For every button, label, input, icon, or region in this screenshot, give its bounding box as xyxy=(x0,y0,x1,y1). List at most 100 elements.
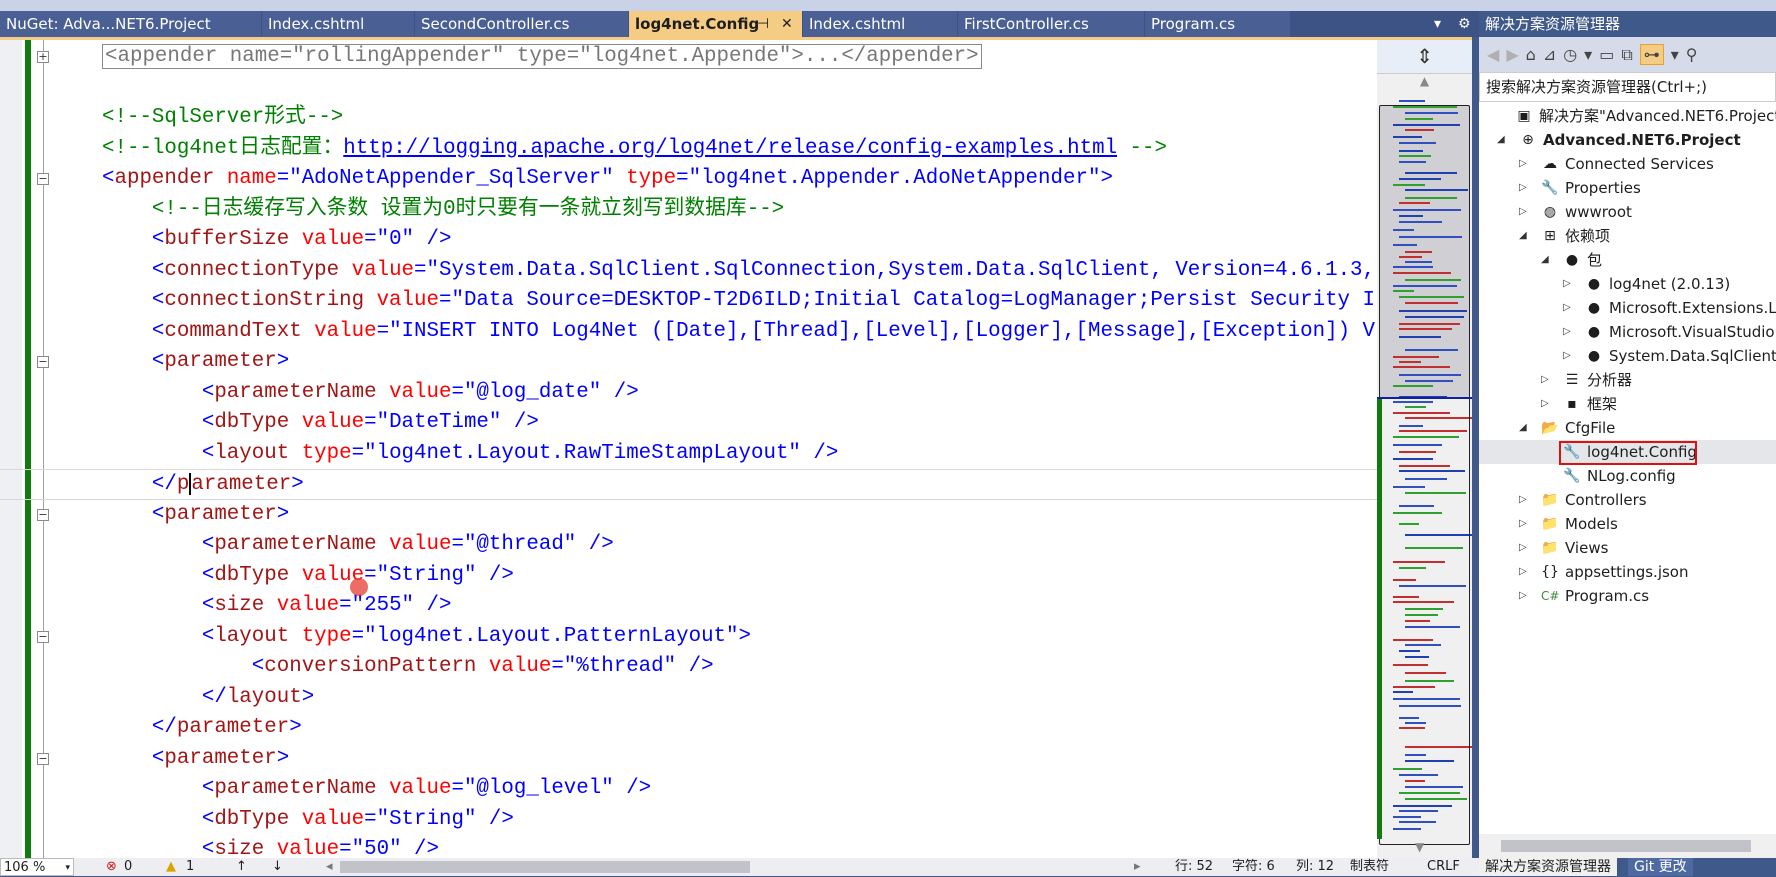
tab-index-cshtml[interactable]: Index.cshtml xyxy=(262,11,415,37)
tree-item[interactable]: ▷ ● Microsoft.VisualStudio xyxy=(1479,320,1776,344)
tab-log4net-config[interactable]: log4net.Config ⊣ ✕ xyxy=(629,11,803,37)
code-line[interactable]: <size value="50" /> xyxy=(0,835,1377,858)
toolbar-button-8[interactable]: ⊶ xyxy=(1639,44,1664,65)
code-line[interactable]: <!--SqlServer形式--> xyxy=(0,103,1377,134)
collapsed-arrow-icon[interactable]: ▷ xyxy=(1519,584,1531,608)
collapsed-arrow-icon[interactable]: ▷ xyxy=(1563,344,1575,368)
collapsed-arrow-icon[interactable]: ▷ xyxy=(1519,176,1531,200)
toolbar-button-1[interactable]: ▶ xyxy=(1506,45,1518,64)
collapsed-arrow-icon[interactable]: ▷ xyxy=(1563,296,1575,320)
tree-item[interactable]: ◢ ⊞ 依赖项 xyxy=(1479,224,1776,248)
tree-item[interactable]: ◢ ● 包 xyxy=(1479,248,1776,272)
line-number[interactable]: 行: 52 xyxy=(1175,858,1213,876)
code-line[interactable]: </parameter> xyxy=(0,469,1377,500)
code-line[interactable]: − <parameter> xyxy=(0,500,1377,531)
collapse-icon[interactable]: − xyxy=(37,630,49,643)
tree-item[interactable]: ▷ ☰ 分析器 xyxy=(1479,368,1776,392)
tree-item[interactable]: 🔧 NLog.config xyxy=(1479,464,1776,488)
line-ending[interactable]: CRLF xyxy=(1427,858,1460,876)
expand-icon[interactable]: + xyxy=(37,51,49,63)
tree-item[interactable]: ▷ 📁 Views xyxy=(1479,536,1776,560)
toolbar-button-10[interactable]: ⚲ xyxy=(1686,45,1698,64)
tab-solution-explorer[interactable]: 解决方案资源管理器 xyxy=(1479,858,1617,876)
scroll-down-icon[interactable]: ▼ xyxy=(1415,840,1424,854)
pin-icon[interactable]: ⊣ xyxy=(757,11,769,37)
code-line[interactable]: − <appender name="AdoNetAppender_SqlServe… xyxy=(0,164,1377,195)
collapsed-arrow-icon[interactable]: ▷ xyxy=(1519,560,1531,584)
expanded-arrow-icon[interactable]: ◢ xyxy=(1497,128,1509,152)
code-line[interactable]: <conversionPattern value="%thread" /> xyxy=(0,652,1377,683)
column-number[interactable]: 列: 12 xyxy=(1296,858,1334,876)
tree-item[interactable]: ▷ ◍ wwwroot xyxy=(1479,200,1776,224)
toolbar-button-5[interactable]: ▾ xyxy=(1584,45,1592,64)
scroll-up-icon[interactable]: ▲ xyxy=(1377,74,1472,92)
error-icon[interactable]: ⊗ xyxy=(106,858,117,876)
code-line[interactable]: </layout> xyxy=(0,683,1377,714)
collapsed-arrow-icon[interactable]: ▷ xyxy=(1563,320,1575,344)
tree-item[interactable]: ▷ ● log4net (2.0.13) xyxy=(1479,272,1776,296)
tree-item[interactable]: ▷ 📁 Controllers xyxy=(1479,488,1776,512)
hyperlink[interactable]: http://logging.apache.org/log4net/releas… xyxy=(343,137,1117,160)
code-line[interactable] xyxy=(0,73,1377,104)
tree-item[interactable]: ◢ ⊕ Advanced.NET6.Project xyxy=(1479,128,1776,152)
code-editor[interactable]: + <appender name="rollingAppender" type="… xyxy=(0,37,1377,858)
collapsed-arrow-icon[interactable]: ▷ xyxy=(1541,368,1553,392)
code-line[interactable]: <bufferSize value="0" /> xyxy=(0,225,1377,256)
code-line[interactable]: <connectionType value="System.Data.SqlCl… xyxy=(0,256,1377,287)
expanded-arrow-icon[interactable]: ◢ xyxy=(1519,224,1531,248)
tree-item[interactable]: ▣ 解决方案"Advanced.NET6.Project"(1 xyxy=(1479,104,1776,128)
tree-item[interactable]: ▷ {} appsettings.json xyxy=(1479,560,1776,584)
tab-index-cshtml[interactable]: Index.cshtml xyxy=(803,11,958,37)
horizontal-scrollbar-thumb[interactable] xyxy=(340,861,750,873)
collapsed-arrow-icon[interactable]: ▷ xyxy=(1541,392,1553,416)
warning-icon[interactable]: ▲ xyxy=(166,858,176,876)
code-line[interactable]: <dbType value="String" /> xyxy=(0,561,1377,592)
code-line[interactable]: − <parameter> xyxy=(0,744,1377,775)
solution-explorer-horizontal-scrollbar[interactable] xyxy=(1479,834,1776,858)
tab-secondcontroller-cs[interactable]: SecondController.cs xyxy=(415,11,629,37)
toolbar-button-7[interactable]: ⧉ xyxy=(1621,45,1632,65)
tab-program-cs[interactable]: Program.cs xyxy=(1145,11,1291,37)
tree-item[interactable]: ▷ ● Microsoft.Extensions.L xyxy=(1479,296,1776,320)
code-line[interactable]: <parameterName value="@log_date" /> xyxy=(0,378,1377,409)
collapsed-region[interactable]: <appender name="rollingAppender" type="l… xyxy=(102,44,982,69)
zoom-level-dropdown[interactable]: 106 % ▾ xyxy=(0,858,74,876)
toolbar-button-2[interactable]: ⌂ xyxy=(1526,45,1536,64)
collapsed-arrow-icon[interactable]: ▷ xyxy=(1519,200,1531,224)
tab-git-changes[interactable]: Git 更改 xyxy=(1628,858,1693,876)
code-line[interactable]: <dbType value="DateTime" /> xyxy=(0,408,1377,439)
collapsed-arrow-icon[interactable]: ▷ xyxy=(1519,512,1531,536)
toolbar-button-4[interactable]: ◷ xyxy=(1563,45,1577,64)
tree-item[interactable]: ▷ 🔧 Properties xyxy=(1479,176,1776,200)
panel-splitter[interactable] xyxy=(1472,37,1479,858)
tab-firstcontroller-cs[interactable]: FirstController.cs xyxy=(958,11,1145,37)
code-line[interactable]: <!--日志缓存写入条数 设置为0时只要有一条就立刻写到数据库--> xyxy=(0,195,1377,226)
tree-item[interactable]: ▷ ☁ Connected Services xyxy=(1479,152,1776,176)
code-line[interactable]: <dbType value="String" /> xyxy=(0,805,1377,836)
code-line[interactable]: <connectionString value="Data Source=DES… xyxy=(0,286,1377,317)
collapse-icon[interactable]: − xyxy=(37,752,49,765)
code-line[interactable]: − <parameter> xyxy=(0,347,1377,378)
minimap-viewport[interactable] xyxy=(1379,105,1470,845)
gear-icon[interactable]: ⚙ xyxy=(1458,11,1471,37)
scrollbar-thumb[interactable] xyxy=(1501,840,1751,852)
error-count[interactable]: 0 xyxy=(124,858,132,876)
code-lines[interactable]: + <appender name="rollingAppender" type="… xyxy=(0,42,1377,858)
code-line[interactable]: <size value="255" /> xyxy=(0,591,1377,622)
expanded-arrow-icon[interactable]: ◢ xyxy=(1519,416,1531,440)
toolbar-button-3[interactable]: ⊿ xyxy=(1543,45,1556,64)
tab-dropdown-icon[interactable]: ▾ xyxy=(1434,11,1441,37)
tree-item[interactable]: ▷ C# Program.cs xyxy=(1479,584,1776,608)
code-line[interactable]: <!--log4net日志配置：http://logging.apache.or… xyxy=(0,134,1377,165)
expanded-arrow-icon[interactable]: ◢ xyxy=(1541,248,1553,272)
previous-issue-arrow-icon[interactable]: ↑ xyxy=(236,858,247,876)
collapsed-arrow-icon[interactable]: ▷ xyxy=(1563,272,1575,296)
indent-mode[interactable]: 制表符 xyxy=(1350,858,1389,876)
code-line[interactable]: <parameterName value="@log_level" /> xyxy=(0,774,1377,805)
split-window-icon[interactable]: ⇕ xyxy=(1377,40,1472,74)
scroll-right-icon[interactable]: ▸ xyxy=(1134,858,1141,876)
code-line[interactable]: <commandText value="INSERT INTO Log4Net … xyxy=(0,317,1377,348)
collapsed-arrow-icon[interactable]: ▷ xyxy=(1519,488,1531,512)
tree-item[interactable]: ▷ 📁 Models xyxy=(1479,512,1776,536)
toolbar-button-6[interactable]: ▭ xyxy=(1599,45,1614,64)
